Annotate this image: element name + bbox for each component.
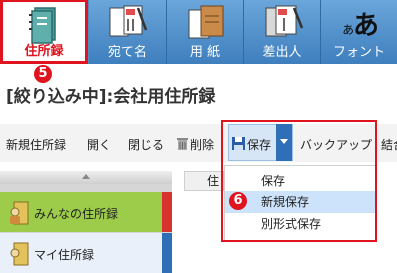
book-icon	[8, 241, 30, 271]
tab-font[interactable]: ぁ あ フォント	[321, 0, 397, 64]
tab-paper[interactable]: 用 紙	[167, 0, 244, 64]
address-book-item-mine[interactable]: マイ住所録	[0, 233, 172, 273]
tab-sender-label: 差出人	[262, 45, 302, 60]
close-button[interactable]: 閉じる	[128, 136, 164, 153]
tab-paper-label: 用 紙	[189, 45, 221, 60]
open-button[interactable]: 開く	[87, 136, 111, 153]
page-title: [絞り込み中]:会社用住所録	[6, 87, 216, 107]
paper-icon	[183, 4, 227, 46]
font-icon: ぁ あ	[337, 6, 381, 44]
address-book-item-everyone[interactable]: みんなの住所録	[0, 192, 172, 232]
color-tag	[162, 192, 172, 232]
address-book-item-label: みんなの住所録	[34, 207, 119, 221]
address-book-item-label: マイ住所録	[34, 248, 95, 262]
tab-sender[interactable]: 差出人	[244, 0, 321, 64]
sender-card-icon	[260, 4, 304, 46]
ribbon-bar: 住所録 宛て名 用 紙 差出人 ぁ あ フォント	[0, 0, 397, 64]
color-tag	[162, 233, 172, 273]
column-header[interactable]: 住	[184, 171, 224, 191]
callout-badge-5: 5	[34, 65, 52, 83]
delete-button[interactable]: 削除	[190, 136, 214, 153]
tab-address-book-label: 住所録	[24, 44, 64, 59]
svg-text:あ: あ	[353, 11, 379, 40]
highlight-box-save	[221, 120, 377, 242]
trash-icon	[177, 135, 188, 154]
scroll-up-icon	[82, 174, 90, 179]
tab-addressee-label: 宛て名	[107, 45, 147, 60]
merge-button[interactable]: 結合	[381, 136, 397, 153]
address-book-list-header[interactable]	[0, 171, 172, 184]
tab-font-label: フォント	[332, 45, 385, 60]
tab-address-book[interactable]: 住所録	[0, 0, 88, 64]
people-icon	[8, 200, 30, 230]
postcard-icon	[106, 4, 150, 46]
new-address-book-button[interactable]: 新規住所録	[6, 136, 66, 153]
tab-addressee[interactable]: 宛て名	[89, 0, 167, 64]
